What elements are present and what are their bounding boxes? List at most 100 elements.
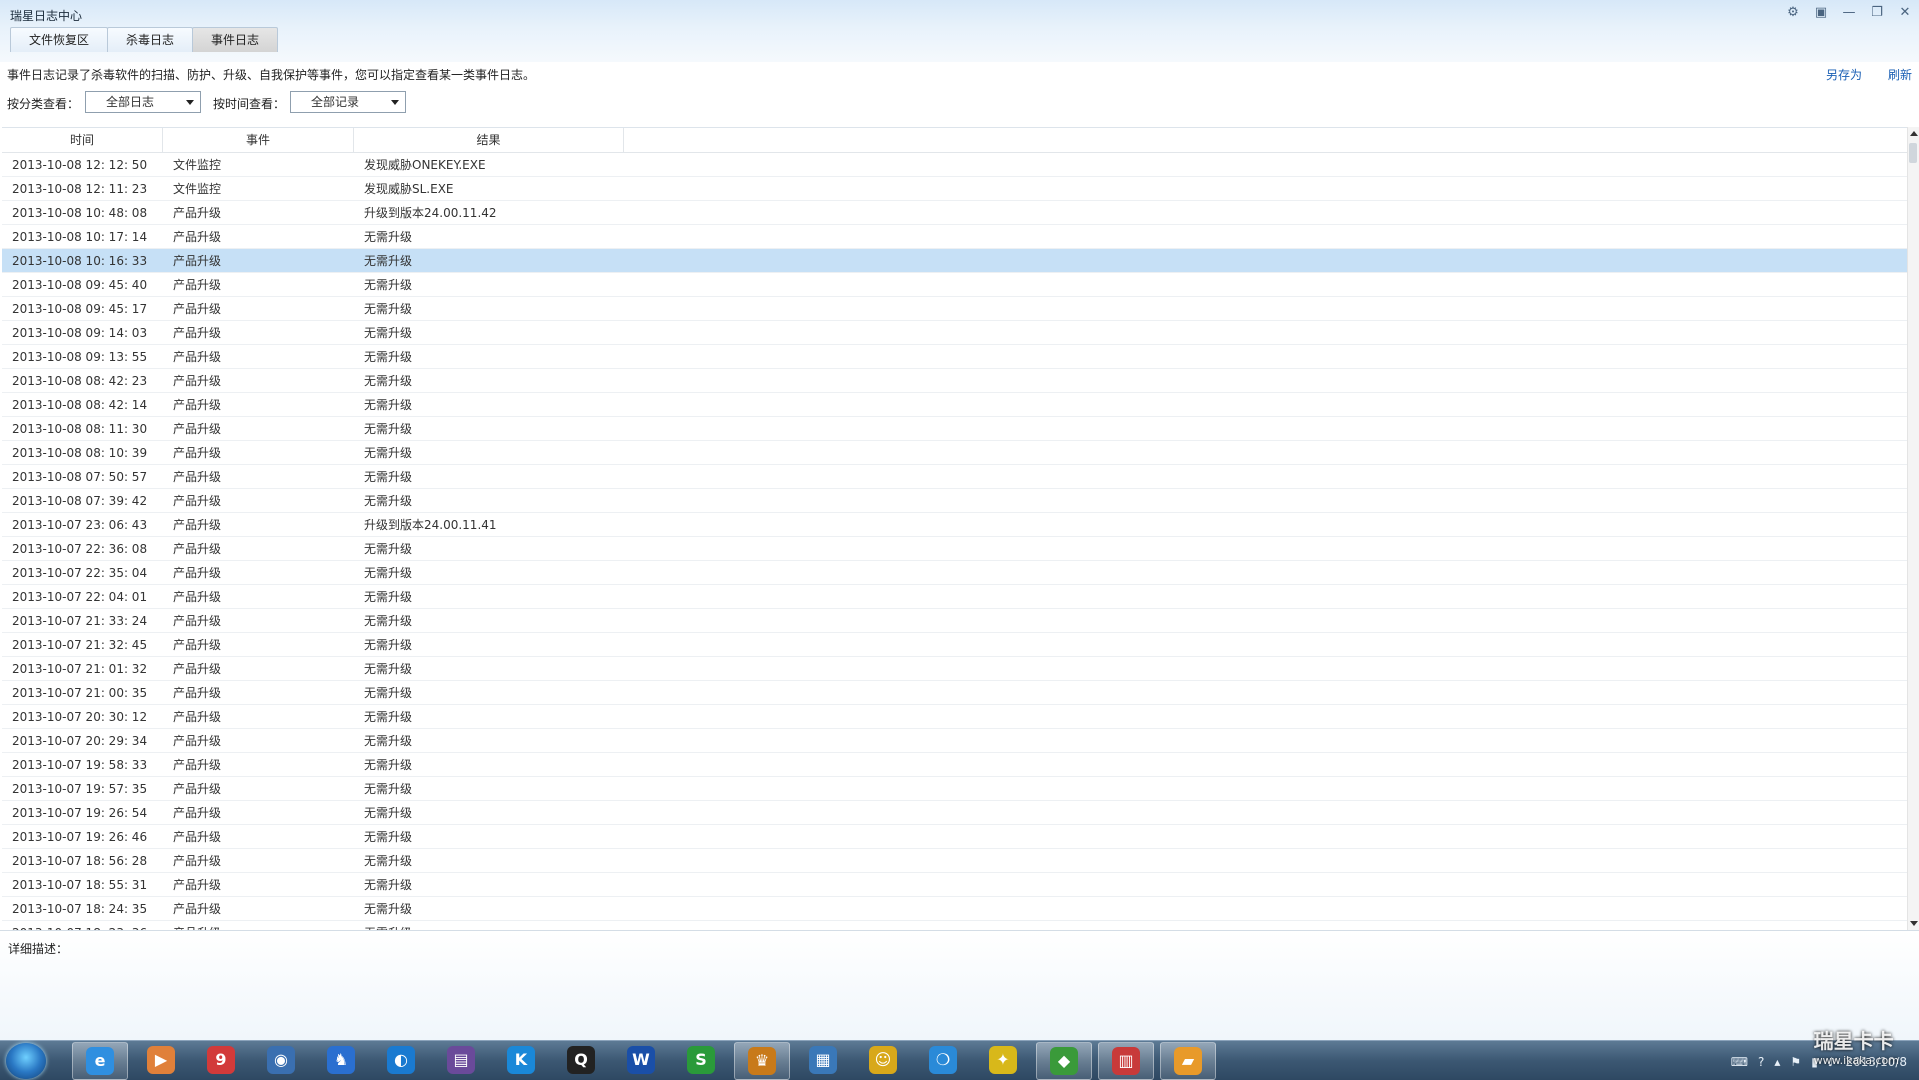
- rising-shield-icon: ♛: [748, 1046, 776, 1075]
- table-row[interactable]: 2013-10-08 09: 13: 55 产品升级 无需升级: [2, 345, 1908, 369]
- table-row[interactable]: 2013-10-07 19: 57: 35 产品升级 无需升级: [2, 777, 1908, 801]
- column-header-time[interactable]: 时间: [2, 128, 163, 152]
- taskbar-item[interactable]: Q: [554, 1042, 608, 1078]
- cell-time: 2013-10-07 20: 30: 12: [12, 709, 148, 724]
- table-row[interactable]: 2013-10-07 21: 33: 24 产品升级 无需升级: [2, 609, 1908, 633]
- cell-event: 产品升级: [173, 806, 222, 820]
- taskbar-item[interactable]: ▰: [1160, 1041, 1216, 1080]
- taskbar-item[interactable]: ◉: [254, 1042, 308, 1078]
- table-row[interactable]: 2013-10-07 23: 06: 43 产品升级 升级到版本24.00.11.4…: [2, 513, 1908, 537]
- tab-scan-log[interactable]: 杀毒日志: [107, 27, 194, 52]
- scroll-thumb[interactable]: [1909, 143, 1917, 163]
- table-row[interactable]: 2013-10-08 12: 11: 23 文件监控 发现威胁SL.EXE: [2, 177, 1908, 201]
- settings-icon[interactable]: ⚙: [1779, 2, 1807, 22]
- table-row[interactable]: 2013-10-07 22: 04: 01 产品升级 无需升级: [2, 585, 1908, 609]
- table-row[interactable]: 2013-10-07 18: 24: 35 产品升级 无需升级: [2, 897, 1908, 921]
- cell-event: 文件监控: [173, 158, 222, 172]
- log-center-window: 瑞星日志中心 ⚙ ▣ — ❐ ✕ 文件恢复区 杀毒日志 事件日志 事件日志记录了杀毒软件的扫…: [0, 0, 1919, 1040]
- table-row[interactable]: 2013-10-07 21: 00: 35 产品升级 无需升级: [2, 681, 1908, 705]
- cell-result: 无需升级: [364, 758, 413, 772]
- window-title: 瑞星日志中心: [10, 9, 83, 23]
- taskbar-item[interactable]: ❍: [916, 1042, 970, 1078]
- cell-event: 产品升级: [173, 350, 222, 364]
- cell-event: 产品升级: [173, 590, 222, 604]
- cell-result: 无需升级: [364, 686, 413, 700]
- cell-event: 产品升级: [173, 710, 222, 724]
- cell-event: 产品升级: [173, 278, 222, 292]
- taskbar-item[interactable]: ▥: [1098, 1041, 1154, 1080]
- table-row[interactable]: 2013-10-07 19: 58: 33 产品升级 无需升级: [2, 753, 1908, 777]
- save-as-link[interactable]: 另存为: [1826, 66, 1862, 83]
- table-row[interactable]: 2013-10-08 12: 12: 50 文件监控 发现威胁ONEKEY.EXE: [2, 153, 1908, 177]
- cell-result: 无需升级: [364, 830, 413, 844]
- table-row[interactable]: 2013-10-08 10: 17: 14 产品升级 无需升级: [2, 225, 1908, 249]
- minimize-icon[interactable]: —: [1835, 2, 1863, 22]
- table-row[interactable]: 2013-10-08 08: 42: 14 产品升级 无需升级: [2, 393, 1908, 417]
- watermark: 瑞星卡卡 www.ikaka.com: [1814, 1025, 1899, 1067]
- taskbar-item[interactable]: ◆: [1036, 1041, 1092, 1080]
- table-row[interactable]: 2013-10-08 07: 50: 57 产品升级 无需升级: [2, 465, 1908, 489]
- taskbar-item[interactable]: ◐: [374, 1042, 428, 1078]
- table-row[interactable]: 2013-10-07 20: 29: 34 产品升级 无需升级: [2, 729, 1908, 753]
- table-row[interactable]: 2013-10-08 09: 45: 40 产品升级 无需升级: [2, 273, 1908, 297]
- tab-event-log[interactable]: 事件日志: [192, 27, 279, 52]
- cell-event: 产品升级: [173, 206, 222, 220]
- close-icon[interactable]: ✕: [1891, 2, 1919, 22]
- table-row[interactable]: 2013-10-08 10: 16: 33 产品升级 无需升级: [2, 249, 1908, 273]
- time-filter-select[interactable]: 全部记录: [290, 91, 406, 113]
- table-row[interactable]: 2013-10-07 20: 30: 12 产品升级 无需升级: [2, 705, 1908, 729]
- column-header-event[interactable]: 事件: [163, 128, 354, 152]
- firewall-icon: ▦: [809, 1045, 837, 1074]
- taskbar-item[interactable]: K: [494, 1042, 548, 1078]
- taskbar-item[interactable]: W: [614, 1042, 668, 1078]
- table-row[interactable]: 2013-10-07 19: 26: 46 产品升级 无需升级: [2, 825, 1908, 849]
- taskbar-item[interactable]: ♞: [314, 1042, 368, 1078]
- taskbar-item[interactable]: S: [674, 1042, 728, 1078]
- maximize-icon[interactable]: ❐: [1863, 2, 1891, 22]
- cell-time: 2013-10-07 19: 58: 33: [12, 757, 148, 772]
- category-filter-select[interactable]: 全部日志: [85, 91, 201, 113]
- keyboard-icon[interactable]: ⌨: [1731, 1055, 1748, 1069]
- table-row[interactable]: 2013-10-07 18: 56: 28 产品升级 无需升级: [2, 849, 1908, 873]
- table-row[interactable]: 2013-10-07 22: 35: 04 产品升级 无需升级: [2, 561, 1908, 585]
- scroll-up-icon[interactable]: [1910, 131, 1918, 136]
- table-row[interactable]: 2013-10-08 08: 10: 39 产品升级 无需升级: [2, 441, 1908, 465]
- table-row[interactable]: 2013-10-08 08: 11: 30 产品升级 无需升级: [2, 417, 1908, 441]
- table-row[interactable]: 2013-10-07 22: 36: 08 产品升级 无需升级: [2, 537, 1908, 561]
- taskbar-item[interactable]: ♛: [734, 1041, 790, 1080]
- help-icon[interactable]: ?: [1758, 1055, 1764, 1069]
- restore-panel-icon[interactable]: ▣: [1807, 2, 1835, 22]
- start-button[interactable]: [6, 1042, 46, 1079]
- table-row[interactable]: 2013-10-08 09: 45: 17 产品升级 无需升级: [2, 297, 1908, 321]
- taskbar-item[interactable]: ☺: [856, 1042, 910, 1078]
- taskbar-item[interactable]: 9: [194, 1042, 248, 1078]
- cell-time: 2013-10-08 09: 13: 55: [12, 349, 148, 364]
- taskbar-item[interactable]: ✦: [976, 1042, 1030, 1078]
- refresh-link[interactable]: 刷新: [1888, 66, 1912, 83]
- column-header-result[interactable]: 结果: [354, 128, 624, 152]
- taskbar-item[interactable]: e: [72, 1041, 128, 1080]
- scroll-down-icon[interactable]: [1910, 921, 1918, 926]
- cell-result: 无需升级: [364, 590, 413, 604]
- window-controls: ⚙ ▣ — ❐ ✕: [1779, 2, 1919, 24]
- flag-icon[interactable]: ⚑: [1790, 1055, 1801, 1069]
- table-row[interactable]: 2013-10-08 10: 48: 08 产品升级 升级到版本24.00.11.4…: [2, 201, 1908, 225]
- table-row[interactable]: 2013-10-07 19: 26: 54 产品升级 无需升级: [2, 801, 1908, 825]
- table-row[interactable]: 2013-10-08 09: 14: 03 产品升级 无需升级: [2, 321, 1908, 345]
- category-filter-label: 按分类查看：: [7, 97, 80, 111]
- table-row[interactable]: 2013-10-08 07: 39: 42 产品升级 无需升级: [2, 489, 1908, 513]
- tray-expand-icon[interactable]: ▴: [1774, 1055, 1780, 1069]
- table-row[interactable]: 2013-10-07 21: 32: 45 产品升级 无需升级: [2, 633, 1908, 657]
- taskbar-item[interactable]: ▦: [796, 1042, 850, 1078]
- table-row[interactable]: 2013-10-07 21: 01: 32 产品升级 无需升级: [2, 657, 1908, 681]
- cell-time: 2013-10-08 09: 45: 17: [12, 301, 148, 316]
- vertical-scrollbar[interactable]: [1907, 127, 1919, 930]
- cell-time: 2013-10-07 19: 26: 46: [12, 829, 148, 844]
- taskbar-item[interactable]: ▶: [134, 1042, 188, 1078]
- table-row[interactable]: 2013-10-07 18: 55: 31 产品升级 无需升级: [2, 873, 1908, 897]
- table-row[interactable]: 2013-10-08 08: 42: 23 产品升级 无需升级: [2, 369, 1908, 393]
- taskbar-item[interactable]: ▤: [434, 1042, 488, 1078]
- tab-file-recovery[interactable]: 文件恢复区: [10, 27, 109, 52]
- cell-time: 2013-10-08 07: 50: 57: [12, 469, 148, 484]
- cell-time: 2013-10-08 08: 11: 30: [12, 421, 148, 436]
